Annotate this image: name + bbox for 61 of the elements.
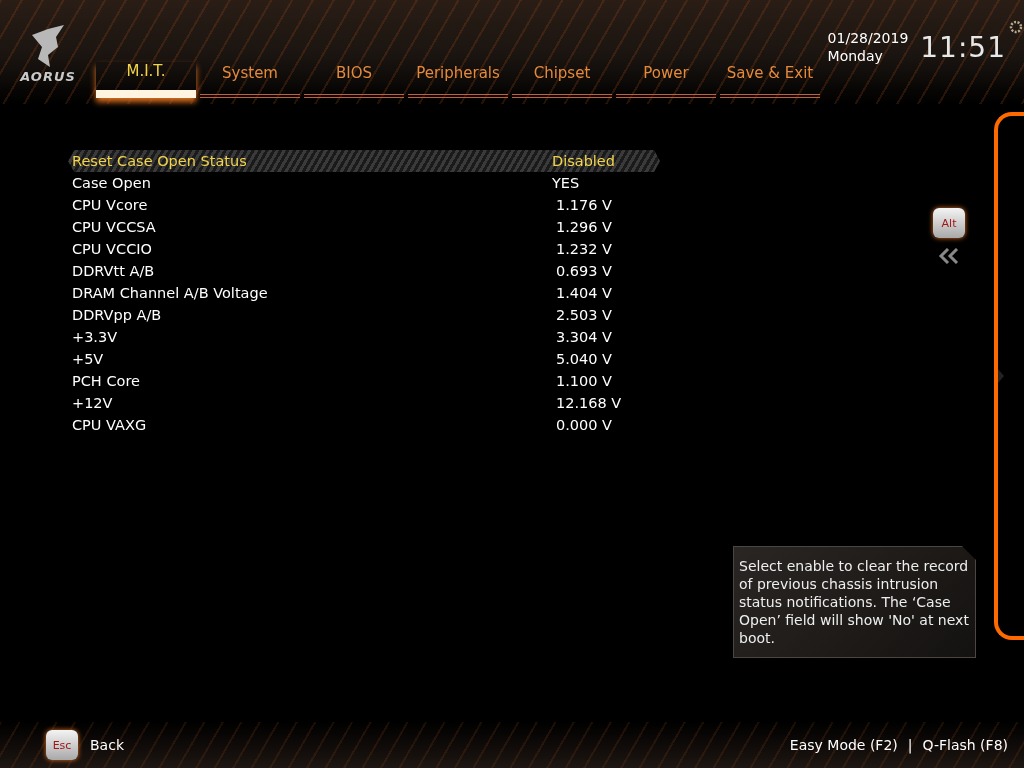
setting-label: CPU VCCSA [71, 219, 157, 235]
setting-value: 0.000 V [555, 417, 613, 433]
double-chevron-icon[interactable] [938, 248, 960, 264]
setting-value: 2.503 V [555, 307, 613, 323]
esc-key-button[interactable]: Esc [46, 730, 78, 760]
qflash-label[interactable]: Q-Flash (F8) [922, 737, 1008, 753]
menu-tab[interactable]: BIOS [304, 64, 404, 98]
setting-value: 0.693 V [555, 263, 613, 279]
setting-label: Case Open [71, 175, 152, 191]
separator-text: | [907, 737, 913, 753]
setting-row[interactable]: DDRVtt A/B 0.693 V [68, 260, 660, 282]
setting-label: CPU VCCIO [71, 241, 153, 257]
setting-label: CPU Vcore [71, 197, 149, 213]
menu-tab[interactable]: Power [616, 64, 716, 98]
setting-label: +3.3V [71, 329, 119, 345]
setting-row[interactable]: DDRVpp A/B 2.503 V [68, 304, 660, 326]
setting-value: YES [552, 175, 580, 191]
setting-label: Reset Case Open Status [71, 153, 248, 169]
setting-label: DDRVpp A/B [71, 307, 163, 323]
setting-row[interactable]: +12V 12.168 V [68, 392, 660, 414]
setting-row[interactable]: PCH Core 1.100 V [68, 370, 660, 392]
menu-tab[interactable]: Peripherals [408, 64, 508, 98]
caret-icon [998, 369, 1004, 383]
setting-row[interactable]: Reset Case Open Status Disabled [68, 150, 660, 172]
setting-value: Disabled [552, 153, 615, 169]
setting-label: CPU VAXG [71, 417, 148, 433]
back-label[interactable]: Back [90, 737, 124, 753]
alt-key-button[interactable]: Alt [933, 208, 965, 238]
setting-value: 5.040 V [555, 351, 613, 367]
setting-label: +5V [71, 351, 105, 367]
setting-row[interactable]: +5V 5.040 V [68, 348, 660, 370]
date-text: 01/28/2019 [827, 29, 909, 47]
setting-value: 12.168 V [555, 395, 622, 411]
setting-value: 3.304 V [555, 329, 613, 345]
setting-value: 1.232 V [555, 241, 613, 257]
setting-row[interactable]: CPU VCCIO 1.232 V [68, 238, 660, 260]
menu-tab[interactable]: Chipset [512, 64, 612, 98]
setting-row[interactable]: +3.3V 3.304 V [68, 326, 660, 348]
setting-row[interactable]: CPU Vcore 1.176 V [68, 194, 660, 216]
side-panel-bracket[interactable] [994, 112, 1024, 640]
gear-icon[interactable] [1009, 20, 1023, 34]
setting-row[interactable]: CPU VAXG 0.000 V [68, 414, 660, 436]
setting-row[interactable]: Case Open YES [68, 172, 660, 194]
setting-value: 1.296 V [555, 219, 613, 235]
menu-tab[interactable]: Save & Exit [720, 64, 820, 98]
setting-label: +12V [71, 395, 114, 411]
clock-time: 11:51 [920, 30, 1006, 64]
setting-label: DRAM Channel A/B Voltage [71, 285, 269, 301]
setting-value: 1.176 V [555, 197, 613, 213]
help-text: Select enable to clear the record of previous chassis intrusion status notifications. The ‘Case Open’ field will show 'No' at next boot. [733, 546, 976, 658]
setting-label: DDRVtt A/B [71, 263, 156, 279]
weekday-text: Monday [827, 47, 884, 65]
setting-value: 1.404 V [555, 285, 613, 301]
brand-logo: AORUS [20, 68, 76, 84]
setting-row[interactable]: CPU VCCSA 1.296 V [68, 216, 660, 238]
easy-mode-label[interactable]: Easy Mode (F2) [789, 737, 898, 753]
setting-label: PCH Core [71, 373, 141, 389]
menu-tab[interactable]: M.I.T. [96, 62, 196, 98]
setting-value: 1.100 V [555, 373, 613, 389]
menu-tab[interactable]: System [200, 64, 300, 98]
setting-row[interactable]: DRAM Channel A/B Voltage 1.404 V [68, 282, 660, 304]
